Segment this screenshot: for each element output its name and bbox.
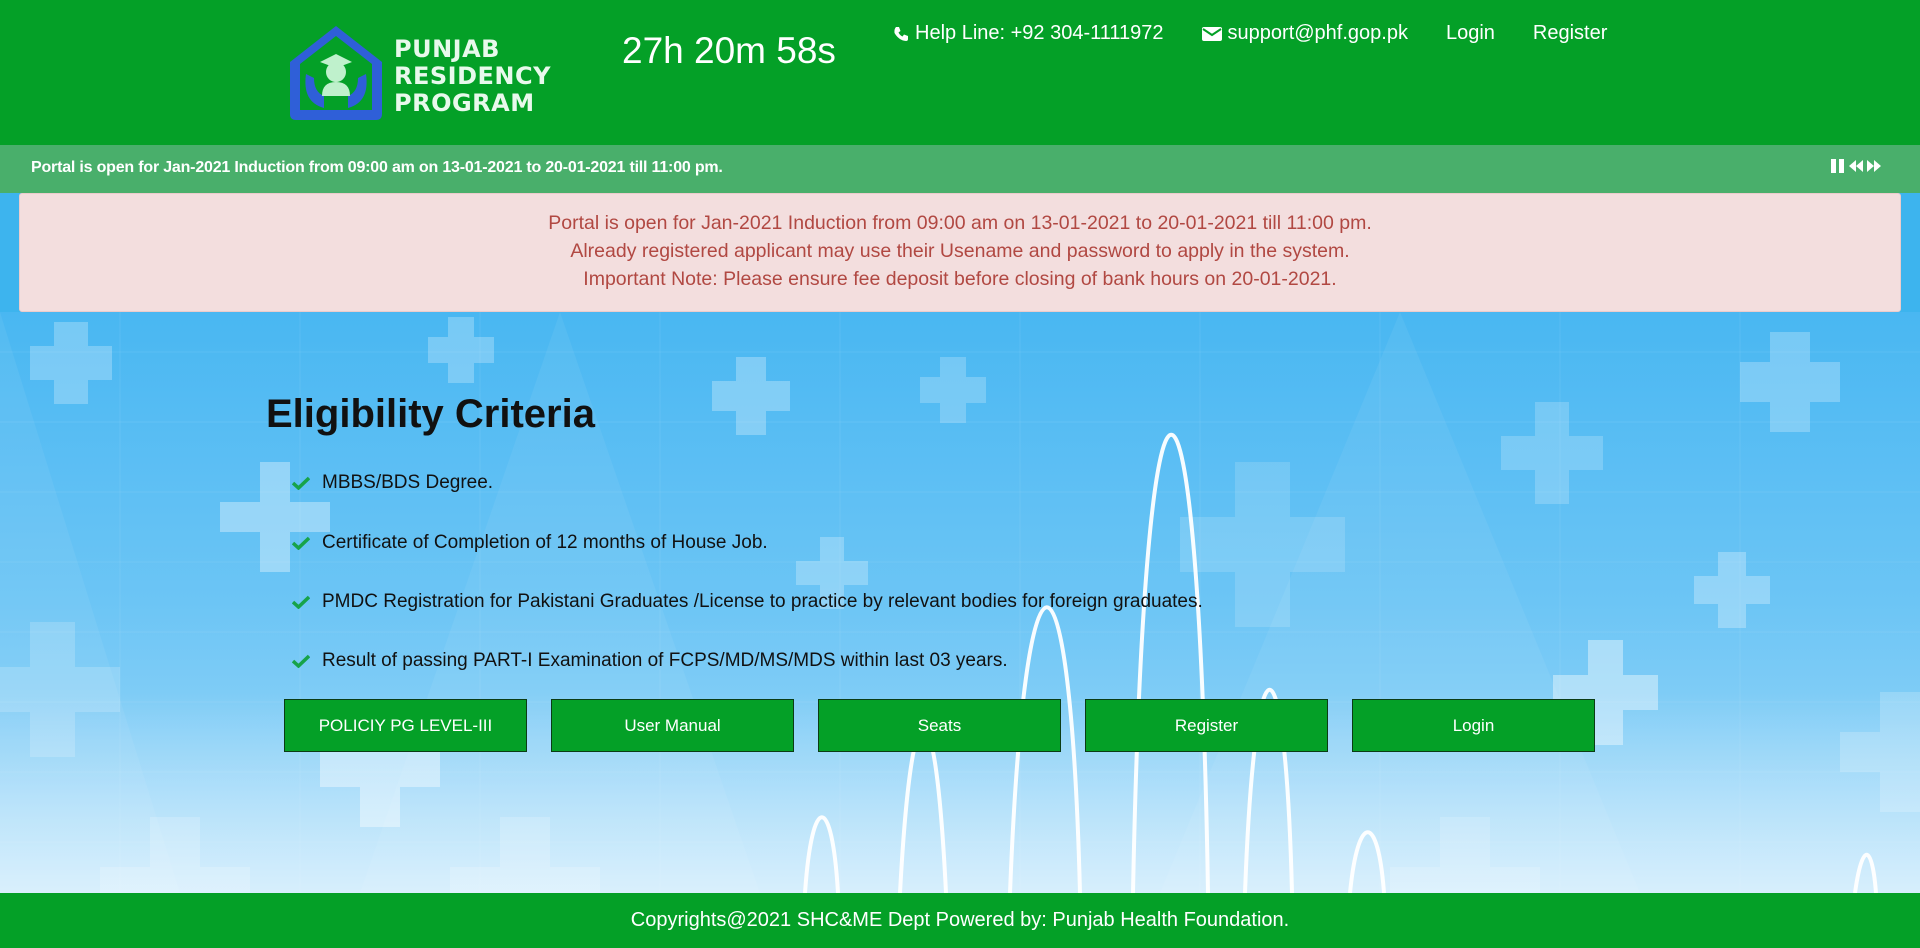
login-button[interactable]: Login [1352,699,1595,752]
header-register-link[interactable]: Register [1533,22,1607,45]
check-icon [292,654,310,668]
main-content: Eligibility Criteria MBBS/BDS Degree. Ce… [0,312,1920,893]
support-email[interactable]: support@phf.gop.pk [1201,22,1408,45]
announcement-ticker: Portal is open for Jan-2021 Induction fr… [0,145,1920,193]
helpline-text: Help Line: +92 304-1111972 [915,22,1164,44]
info-alert: Portal is open for Jan-2021 Induction fr… [19,193,1901,312]
check-icon [292,595,310,609]
criteria-text: Certificate of Completion of 12 months o… [322,532,768,553]
alert-line-2: Already registered applicant may use the… [570,240,1350,262]
criteria-item: Certificate of Completion of 12 months o… [292,532,768,554]
site-footer: Copyrights@2021 SHC&ME Dept Powered by: … [0,893,1920,948]
site-header: PUNJAB RESIDENCY PROGRAM 27h 20m 58s Hel… [0,0,1920,145]
logo-line-2: RESIDENCY [394,62,551,90]
envelope-icon [1201,26,1222,41]
alert-line-1: Portal is open for Jan-2021 Induction fr… [548,212,1372,234]
support-email-text[interactable]: support@phf.gop.pk [1228,22,1408,45]
logo-line-1: PUNJAB [394,35,500,63]
criteria-text: MBBS/BDS Degree. [322,472,494,493]
punjab-residency-program-logo[interactable]: PUNJAB RESIDENCY PROGRAM [284,22,550,124]
policy-button[interactable]: POLICIY PG LEVEL-III [284,699,527,752]
phone-icon [894,26,908,41]
countdown-timer: 27h 20m 58s [622,30,836,71]
header-login-link[interactable]: Login [1446,22,1495,45]
top-navigation: Help Line: +92 304-1111972 support@phf.g… [893,22,1645,45]
criteria-item: PMDC Registration for Pakistani Graduate… [292,591,1203,613]
helpline: Help Line: +92 304-1111972 [893,22,1164,45]
footer-copyright: Copyrights@2021 SHC&ME Dept Powered by: … [630,909,1290,931]
rewind-icon[interactable] [1848,158,1864,174]
register-button[interactable]: Register [1085,699,1328,752]
criteria-text: Result of passing PART-I Examination of … [322,650,1008,671]
page-title: Eligibility Criteria [266,392,595,436]
ticker-text: Portal is open for Jan-2021 Induction fr… [31,159,723,176]
criteria-text: PMDC Registration for Pakistani Graduate… [322,591,1203,612]
criteria-item: Result of passing PART-I Examination of … [292,650,1008,672]
check-icon [292,536,310,550]
logo-text: PUNJAB RESIDENCY PROGRAM [394,36,551,117]
alert-line-3: Important Note: Please ensure fee deposi… [583,268,1337,290]
house-hands-logo-icon [290,26,382,120]
criteria-item: MBBS/BDS Degree. [292,472,493,494]
user-manual-button[interactable]: User Manual [551,699,794,752]
pause-icon[interactable] [1830,158,1846,174]
fast-forward-icon[interactable] [1866,158,1882,174]
logo-line-3: PROGRAM [394,89,535,117]
seats-button[interactable]: Seats [818,699,1061,752]
check-icon [292,476,310,490]
